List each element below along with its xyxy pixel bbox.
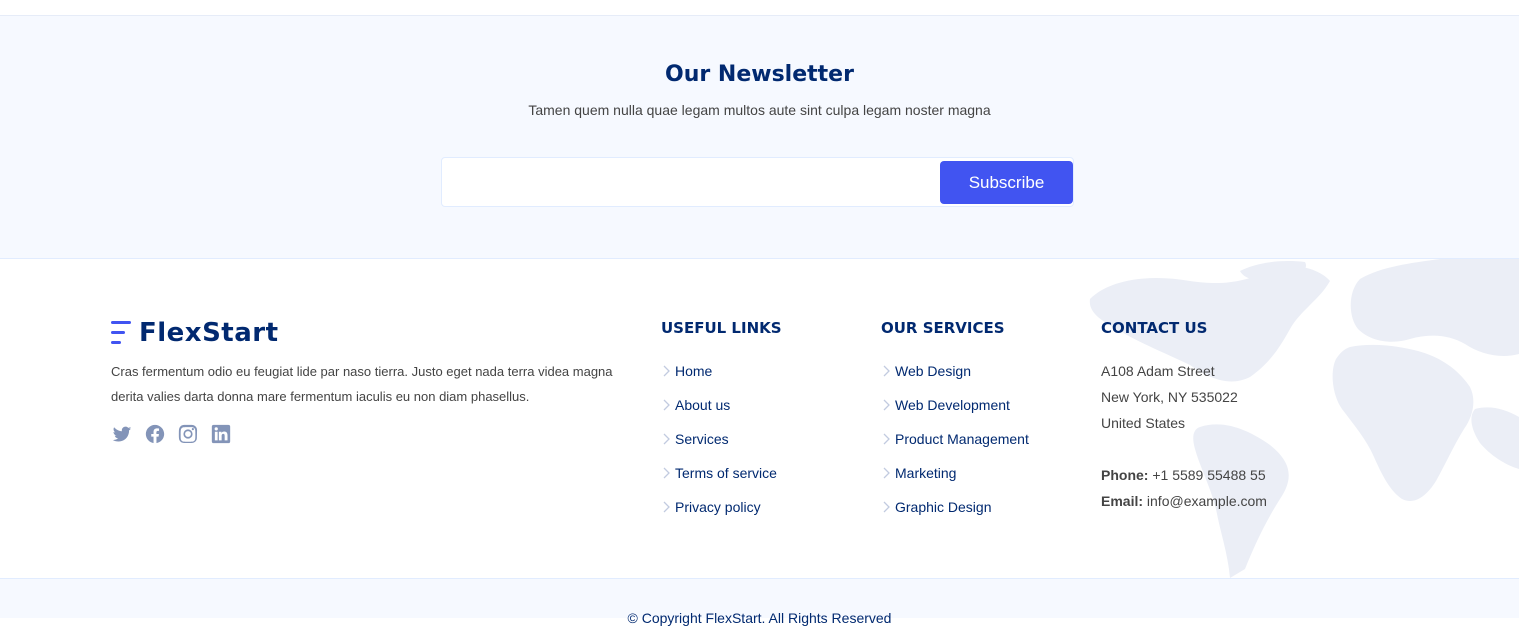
services-heading: OUR SERVICES [881, 319, 1005, 337]
contact-heading: CONTACT US [1101, 319, 1208, 337]
service-item: Graphic Design [881, 490, 1029, 524]
chevron-right-icon [661, 364, 671, 378]
newsletter-email-input[interactable] [442, 158, 937, 206]
useful-links-heading: USEFUL LINKS [661, 319, 782, 337]
page-top-strip [0, 0, 1519, 16]
phone-number: +1 5589 55488 55 [1152, 467, 1266, 483]
chevron-right-icon [881, 364, 891, 378]
newsletter-form: Subscribe [441, 157, 1074, 207]
footer-about-text: Cras fermentum odio eu feugiat lide par … [111, 364, 613, 404]
useful-link-about: About us [661, 388, 777, 422]
link-graphic-design[interactable]: Graphic Design [895, 499, 992, 515]
useful-link-home: Home [661, 354, 777, 388]
logo-mark-icon [111, 319, 133, 347]
chevron-right-icon [881, 398, 891, 412]
link-marketing[interactable]: Marketing [895, 465, 956, 481]
newsletter-subtitle: Tamen quem nulla quae legam multos aute … [528, 102, 991, 118]
link-services[interactable]: Services [675, 431, 729, 447]
address-line-3: United States [1101, 415, 1186, 431]
linkedin-icon[interactable] [210, 423, 232, 445]
footer-top: FlexStart Cras fermentum odio eu feugiat… [0, 259, 1519, 578]
link-web-development[interactable]: Web Development [895, 397, 1010, 413]
useful-link-terms: Terms of service [661, 456, 777, 490]
link-about-us[interactable]: About us [675, 397, 730, 413]
instagram-icon[interactable] [177, 423, 199, 445]
newsletter-title: Our Newsletter [665, 62, 854, 87]
chevron-right-icon [661, 398, 671, 412]
chevron-right-icon [881, 432, 891, 446]
link-web-design[interactable]: Web Design [895, 363, 971, 379]
service-item: Web Design [881, 354, 1029, 388]
link-home[interactable]: Home [675, 363, 712, 379]
chevron-right-icon [881, 500, 891, 514]
chevron-right-icon [881, 466, 891, 480]
chevron-right-icon [661, 500, 671, 514]
link-product-management[interactable]: Product Management [895, 431, 1029, 447]
footer-bottom: © Copyright FlexStart. All Rights Reserv… [0, 578, 1519, 626]
subscribe-button[interactable]: Subscribe [940, 161, 1073, 204]
brand-name: FlexStart [139, 318, 279, 348]
service-item: Product Management [881, 422, 1029, 456]
service-item: Web Development [881, 388, 1029, 422]
newsletter-section: Our Newsletter Tamen quem nulla quae leg… [0, 16, 1519, 259]
useful-link-privacy: Privacy policy [661, 490, 777, 524]
phone-label: Phone: [1101, 467, 1149, 483]
facebook-icon[interactable] [144, 423, 166, 445]
footer-logo[interactable]: FlexStart [111, 317, 279, 349]
link-privacy-policy[interactable]: Privacy policy [675, 499, 761, 515]
email-line: Email: info@example.com [1101, 488, 1267, 514]
address-line-1: A108 Adam Street [1101, 363, 1215, 379]
twitter-icon[interactable] [111, 423, 133, 445]
services-list: Web Design Web Development Product Manag… [881, 354, 1029, 524]
useful-links-list: Home About us Services Terms of service … [661, 354, 777, 524]
link-terms-of-service[interactable]: Terms of service [675, 465, 777, 481]
email-address: info@example.com [1146, 493, 1267, 509]
chevron-right-icon [661, 466, 671, 480]
useful-link-services: Services [661, 422, 777, 456]
contact-info: A108 Adam Street New York, NY 535022 Uni… [1101, 358, 1267, 514]
copyright-text: © Copyright FlexStart. All Rights Reserv… [627, 610, 892, 626]
social-links [111, 423, 243, 445]
address-line-2: New York, NY 535022 [1101, 389, 1238, 405]
phone-line: Phone: +1 5589 55488 55 [1101, 462, 1267, 488]
chevron-right-icon [661, 432, 671, 446]
service-item: Marketing [881, 456, 1029, 490]
email-label: Email: [1101, 493, 1144, 509]
